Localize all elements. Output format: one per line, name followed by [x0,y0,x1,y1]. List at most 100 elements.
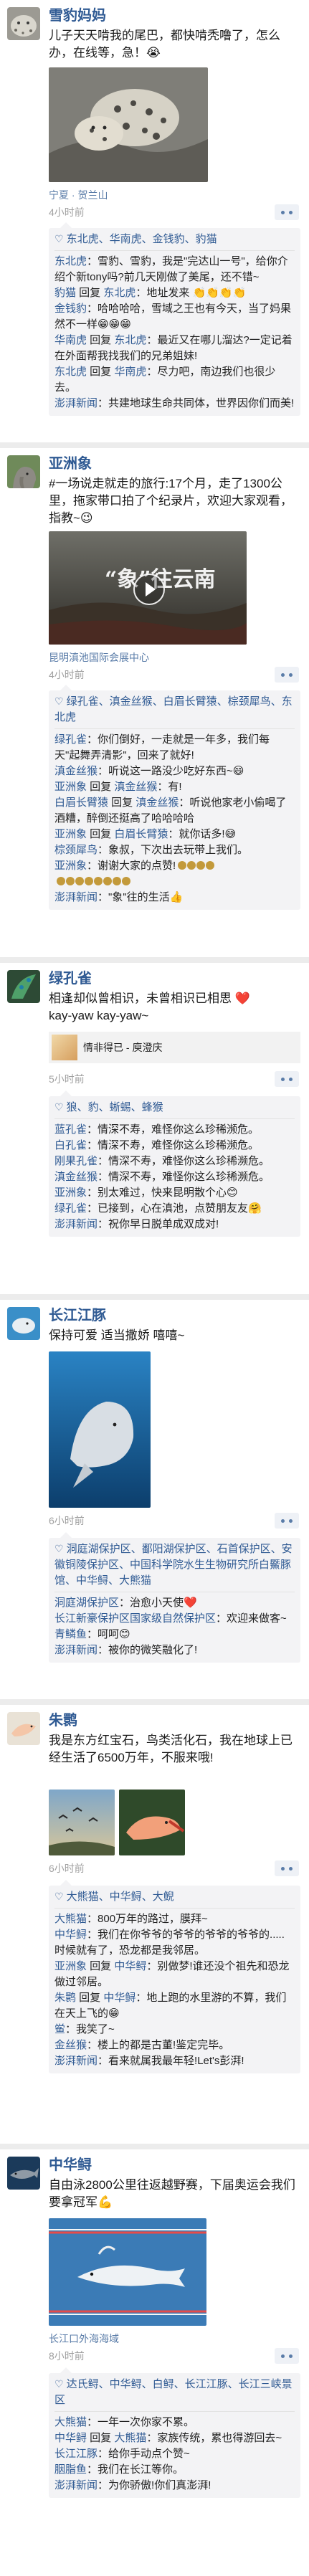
more-actions-icon[interactable] [275,204,299,220]
post-photo[interactable] [49,67,208,182]
avatar[interactable] [7,1307,40,1340]
post-photo[interactable] [49,1790,115,1855]
heart-icon: ♡ [54,695,64,707]
comment[interactable]: 长江江豚：给你手动点个赞~ [54,2446,295,2462]
likes-row: ♡ 大熊猫、中华鲟、大鲵 [54,1888,295,1909]
post-photo[interactable] [49,2218,206,2326]
post-author[interactable]: 亚洲象 [49,455,92,472]
comment[interactable]: 鲎：我笑了~ [54,2022,295,2038]
post-time: 4小时前 [49,206,85,218]
comment[interactable]: 绿孔雀：已接到，心在滇池，点赞朋友友🤗 [54,1201,295,1217]
post-time: 6小时前 [49,1515,85,1526]
comment[interactable]: 澎湃新闻：被你的微笑融化了! [54,1643,295,1658]
comment[interactable]: 亚洲象 回复 白眉长臂猿：就你话多!😅 [54,827,295,842]
comment[interactable]: 东北虎 回复 华南虎：尽力吧，南边我们也很少去。 [54,364,295,396]
comment[interactable]: 滇金丝猴：听说这一路没少吃好东西~😄 [54,764,295,779]
post-separator [0,1699,309,1705]
post-photo[interactable] [49,1351,151,1508]
comment[interactable]: 亚洲象 回复 滇金丝猴：有! [54,779,295,795]
post-location[interactable]: 昆明滇池国际会展中心 [49,650,149,665]
comment[interactable]: 朱鹮 回复 中华鲟：地上跑的水里游的不算，我们在天上飞的😁 [54,1990,295,2022]
post-author[interactable]: 绿孔雀 [49,970,92,987]
post-location[interactable]: 长江口外海海域 [49,2332,119,2346]
music-share-card[interactable]: 情非得已 - 庾澄庆 [49,1032,300,1063]
interaction-panel: ♡ 达氏鲟、中华鲟、白鲟、长江江豚、长江三峡景区 大熊猫：一年一次你家不累。 中华… [49,2367,300,2498]
likes-list[interactable]: 达氏鲟、中华鲟、白鲟、长江江豚、长江三峡景区 [54,2378,293,2406]
post-separator [0,2144,309,2149]
emoji-icon [103,877,112,885]
avatar[interactable] [7,970,40,1003]
post-video[interactable]: “象”往云南 [49,531,247,645]
comment[interactable]: 青鳞鱼：呵呵😊 [54,1627,295,1643]
emoji-icon [66,877,75,885]
comment[interactable]: 滇金丝猴：情深不寿，难怪你这么珍稀濒危。 [54,1169,295,1185]
comment[interactable]: 澎湃新闻："象"往的生活👍 [54,890,295,906]
comment[interactable]: 绿孔雀：你们倒好，一走就是一年多，我们每天"起舞弄清影"，回来了就好! [54,732,295,764]
likes-list[interactable]: 洞庭湖保护区、鄱阳湖保护区、石首保护区、安徽铜陵保护区、中国科学院水生生物研究所… [54,1543,293,1587]
more-actions-icon[interactable] [275,667,299,683]
likes-row: ♡ 绿孔雀、滇金丝猴、白眉长臂猿、棕颈犀鸟、东北虎 [54,693,295,729]
comment[interactable]: 东北虎：雪豹、雪豹，我是"完达山一号"，给你介绍个新tony吗?前几天刚做了美尾… [54,254,295,285]
comment[interactable]: 长江新豪保护区国家级自然保护区：欢迎来做客~ [54,1611,295,1627]
post-time: 6小时前 [49,1863,85,1874]
heart-icon: ♡ [54,1543,64,1554]
likes-row: ♡ 东北虎、华南虎、金钱豹、豹猫 [54,231,295,251]
post-separator [0,957,309,963]
comment[interactable]: 中华鲟：我们在你爷爷的爷爷的爷爷的爷爷的.....时候就有了，恐龙都是我邻居。 [54,1927,295,1959]
avatar[interactable] [7,2157,40,2190]
comment[interactable]: 金丝猴：楼上的都是古董!鉴定完毕。 [54,2038,295,2053]
comment[interactable]: 大熊猫：一年一次你家不累。 [54,2415,295,2430]
comment[interactable]: 洞庭湖保护区：治愈小天使❤️ [54,1595,295,1611]
likes-list[interactable]: 狼、豹、蜥蜴、蜂猴 [67,1101,163,1113]
avatar[interactable] [7,7,40,40]
comment[interactable]: 白眉长臂猿 回复 滇金丝猴：听说他家老小偷喝了酒糟，醉倒还挺高了哈哈哈哈 [54,795,295,827]
comment[interactable]: 蓝孔雀：情深不寿，难怪你这么珍稀濒危。 [54,1122,295,1138]
post-text: 儿子天天啃我的尾巴，都快啃秃噜了，怎么办，在线等，急！😭 [49,29,280,60]
comment[interactable]: 澎湃新闻：为你骄傲!你们真澎湃! [54,2478,295,2494]
heart-icon: ♡ [54,233,64,244]
emoji-icon [196,861,206,870]
comment[interactable]: 亚洲象 回复 中华鲟：别做梦!谁还没个祖先和恐龙做过邻居。 [54,1959,295,1990]
post-separator [0,442,309,448]
comment[interactable]: 大熊猫：800万年的路过，膜拜~ [54,1911,295,1927]
moment-post: 朱鹮 我是东方红宝石，鸟类活化石，我在地球上已经生活了6500万年，不服来哦! … [0,1705,309,2149]
interaction-panel: ♡ 大熊猫、中华鲟、大鲵 大熊猫：800万年的路过，膜拜~ 中华鲟：我们在你爷爷的… [49,1880,300,2073]
more-actions-icon[interactable] [275,1513,299,1529]
play-icon[interactable] [133,574,165,605]
post-location[interactable]: 宁夏 · 贺兰山 [49,188,108,202]
avatar[interactable] [7,455,40,488]
post-author[interactable]: 雪豹妈妈 [49,7,106,24]
comment[interactable]: 中华鲟 回复 大熊猫：家族传统，累也得游回去~ [54,2430,295,2446]
likes-list[interactable]: 绿孔雀、滇金丝猴、白眉长臂猿、棕颈犀鸟、东北虎 [54,695,293,723]
moments-feed: 雪豹妈妈 儿子天天啃我的尾巴，都快啃秃噜了，怎么办，在线等，急！😭 宁夏 · 贺… [0,0,309,2576]
comment[interactable]: 豹猫 回复 东北虎：地址发来 👏👏👏👏 [54,285,295,301]
comment[interactable]: 澎湃新闻：共建地球生命共同体，世界因你们而美! [54,396,295,412]
avatar[interactable] [7,1712,40,1745]
comment[interactable]: 胭脂鱼：我们在长江等你。 [54,2462,295,2478]
comment[interactable]: 华南虎 回复 东北虎：最近又在哪儿溜达?一定记着在外面帮我找我们的兄弟姐妹! [54,333,295,364]
comment[interactable]: 白孔雀：情深不寿，难怪你这么珍稀濒危。 [54,1138,295,1154]
comment[interactable]: 澎湃新闻：祝你早日脱单成双成对! [54,1217,295,1232]
comment[interactable]: 亚洲象：谢谢大家的点赞! [54,858,295,874]
comment[interactable]: 亚洲象：别太难过，快来昆明散个心😊 [54,1185,295,1201]
post-photo[interactable] [119,1790,185,1855]
comment[interactable]: 棕颈犀鸟：象叔，下次出去玩带上我们。 [54,842,295,858]
likes-list[interactable]: 东北虎、华南虎、金钱豹、豹猫 [67,233,217,245]
post-author[interactable]: 中华鲟 [49,2157,92,2174]
emoji-icon [75,877,84,885]
likes-row: ♡ 洞庭湖保护区、鄱阳湖保护区、石首保护区、安徽铜陵保护区、中国科学院水生生物研究… [54,1541,295,1592]
likes-list[interactable]: 大熊猫、中华鲟、大鲵 [67,1891,174,1903]
post-author[interactable]: 长江江豚 [49,1307,106,1324]
emoji-icon [94,877,103,885]
music-title: 情非得已 - 庾澄庆 [83,1042,163,1053]
comment[interactable]: 澎湃新闻：看来就属我最年轻!Let's彭湃! [54,2053,295,2069]
moment-post: 雪豹妈妈 儿子天天啃我的尾巴，都快啃秃噜了，怎么办，在线等，急！😭 宁夏 · 贺… [0,0,309,448]
more-actions-icon[interactable] [275,1860,299,1876]
more-actions-icon[interactable] [275,1071,299,1087]
more-actions-icon[interactable] [275,2348,299,2364]
post-text: 保持可爱 适当撒娇 嘻嘻~ [49,1329,185,1342]
comment[interactable]: 金钱豹：哈哈哈哈，雪域之王也有今天，当了妈果然不一样😁😁😁 [54,301,295,333]
post-text: #一场说走就走的旅行:17个月，走了1300公里，拖家带口拍了个纪录片，欢迎大家… [49,477,293,525]
post-author[interactable]: 朱鹮 [49,1712,77,1729]
comment[interactable]: 刚果孔雀：情深不寿，难怪你这么珍稀濒危。 [54,1154,295,1169]
